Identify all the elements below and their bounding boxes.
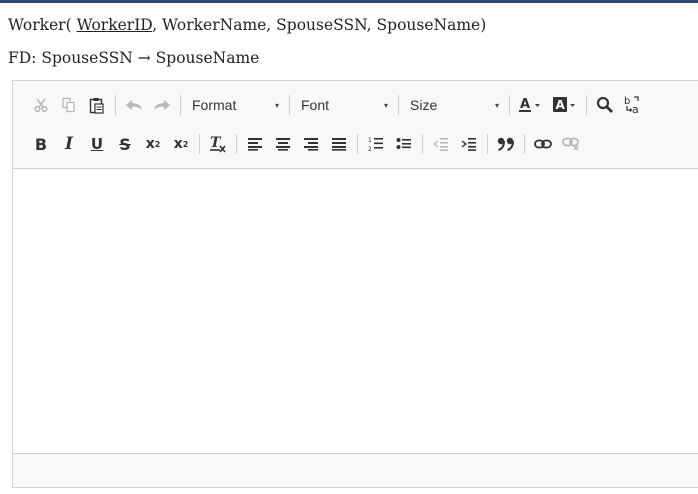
toolbar-separator: [487, 134, 488, 154]
toolbar-separator: [509, 95, 510, 115]
editor-content-area[interactable]: [13, 169, 698, 455]
paste-icon[interactable]: [83, 92, 111, 118]
toolbar-separator: [199, 134, 200, 154]
find-icon[interactable]: [591, 92, 619, 118]
schema-attributes: , WorkerName, SpouseSSN, SpouseName): [152, 16, 487, 34]
decrease-indent-icon[interactable]: [427, 131, 455, 157]
font-dropdown-label: Font: [301, 97, 330, 113]
top-rule: [0, 0, 698, 3]
svg-text:A: A: [520, 97, 530, 112]
undo-icon[interactable]: [120, 92, 148, 118]
schema-relation: Worker(: [8, 16, 72, 34]
font-dropdown[interactable]: Font ▾: [294, 92, 394, 118]
chevron-down-icon: ▾: [383, 100, 388, 110]
svg-text:1: 1: [368, 137, 372, 144]
justify-icon[interactable]: [325, 131, 353, 157]
toolbar-row-1: Format ▾ Font ▾ Size ▾ A A b a: [27, 91, 647, 119]
link-icon[interactable]: [529, 131, 557, 157]
toolbar-separator: [524, 134, 525, 154]
functional-dependency: FD: SpouseSSN → SpouseName: [8, 49, 260, 67]
subscript-icon[interactable]: x2: [139, 131, 167, 157]
bulleted-list-icon[interactable]: [390, 131, 418, 157]
svg-text:A: A: [556, 98, 566, 112]
align-center-icon[interactable]: [269, 131, 297, 157]
format-dropdown[interactable]: Format ▾: [185, 92, 285, 118]
strikethrough-icon[interactable]: S: [111, 131, 139, 157]
toolbar-separator: [289, 95, 290, 115]
replace-icon[interactable]: ba: [619, 92, 647, 118]
italic-icon[interactable]: I: [55, 131, 83, 157]
svg-text:a: a: [632, 103, 639, 115]
toolbar-separator: [398, 95, 399, 115]
toolbar-separator: [422, 134, 423, 154]
unlink-icon[interactable]: [557, 131, 585, 157]
copy-icon[interactable]: [55, 92, 83, 118]
bold-icon[interactable]: B: [27, 131, 55, 157]
schema-primary-key: WorkerID: [76, 16, 153, 34]
toolbar-separator: [115, 95, 116, 115]
size-dropdown[interactable]: Size ▾: [403, 92, 505, 118]
size-dropdown-label: Size: [410, 97, 438, 113]
toolbar-row-2: B I U S x2 x2 T 12: [27, 130, 585, 158]
rich-text-editor: Format ▾ Font ▾ Size ▾ A A b a B I U S x…: [12, 80, 698, 488]
background-color-icon[interactable]: A: [548, 92, 582, 118]
schema-line: Worker( WorkerID, WorkerName, SpouseSSN,…: [8, 16, 486, 34]
superscript-icon[interactable]: x2: [167, 131, 195, 157]
blockquote-icon[interactable]: [492, 131, 520, 157]
toolbar-separator: [586, 95, 587, 115]
svg-text:b: b: [624, 96, 630, 107]
svg-text:T: T: [210, 135, 222, 151]
cut-icon[interactable]: [27, 92, 55, 118]
chevron-down-icon: ▾: [274, 100, 279, 110]
toolbar-separator: [236, 134, 237, 154]
chevron-down-icon: ▾: [494, 100, 499, 110]
redo-icon[interactable]: [148, 92, 176, 118]
numbered-list-icon[interactable]: 12: [362, 131, 390, 157]
text-color-icon[interactable]: A: [514, 92, 548, 118]
align-left-icon[interactable]: [241, 131, 269, 157]
editor-status-bar: [13, 453, 698, 487]
remove-format-icon[interactable]: T: [204, 131, 232, 157]
increase-indent-icon[interactable]: [455, 131, 483, 157]
format-dropdown-label: Format: [192, 97, 237, 113]
underline-icon[interactable]: U: [83, 131, 111, 157]
toolbar-separator: [357, 134, 358, 154]
align-right-icon[interactable]: [297, 131, 325, 157]
editor-toolbar: Format ▾ Font ▾ Size ▾ A A b a B I U S x…: [13, 81, 698, 169]
toolbar-separator: [180, 95, 181, 115]
svg-text:2: 2: [368, 146, 372, 152]
